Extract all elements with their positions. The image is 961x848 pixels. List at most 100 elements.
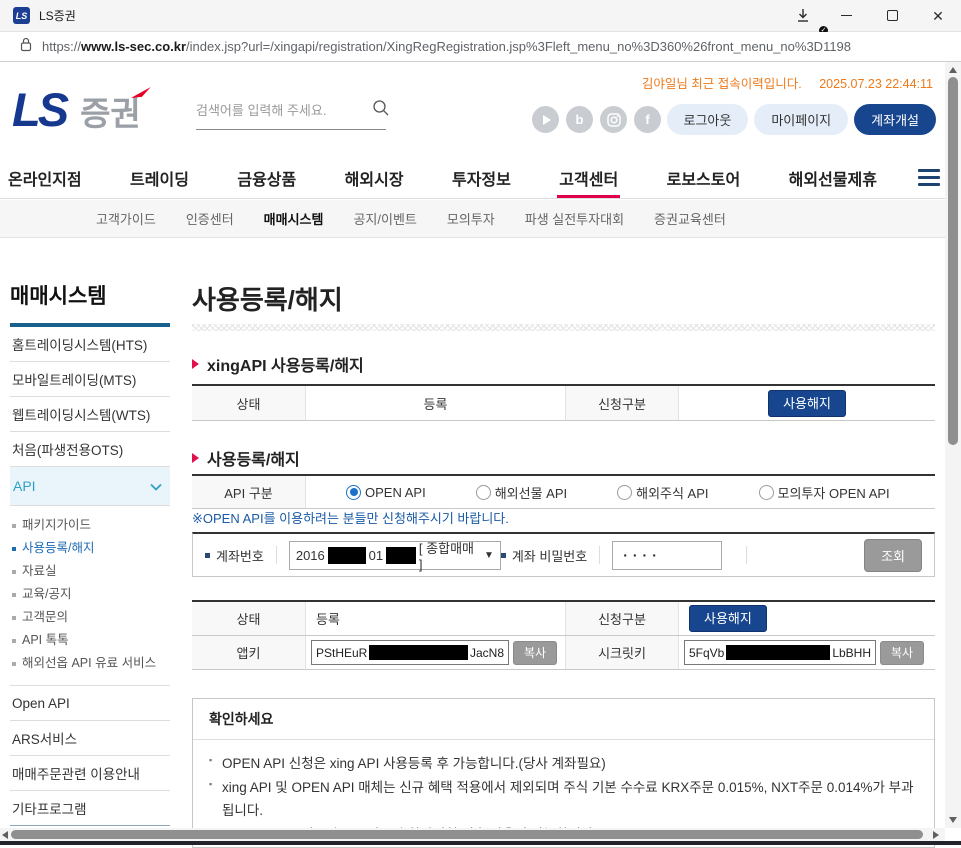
sub-nav: 고객가이드 인증센터 매매시스템 공지/이벤트 모의투자 파생 실전투자대회 증… xyxy=(0,200,945,238)
maximize-button[interactable] xyxy=(869,0,915,31)
radio-overseas-stock-api[interactable]: 해외주식 API xyxy=(617,483,708,502)
bullet-icon xyxy=(12,570,16,574)
sidebar-subitem-resources[interactable]: 자료실 xyxy=(10,560,170,583)
sidebar-item-open-api[interactable]: Open API xyxy=(10,686,170,721)
blog-icon[interactable]: b xyxy=(566,106,593,133)
secretkey-copy-button[interactable]: 복사 xyxy=(880,641,924,665)
scroll-right-icon[interactable] xyxy=(933,831,939,839)
subnav-item-derivatives-contest[interactable]: 파생 실전투자대회 xyxy=(525,209,624,228)
radio-off-icon xyxy=(617,485,632,500)
secretkey-field[interactable]: 5FqVb LbBHH xyxy=(684,640,876,665)
nav-item-robo-store[interactable]: 로보스토어 xyxy=(667,158,741,198)
search-box xyxy=(196,99,386,130)
sidebar-item-mts[interactable]: 모바일트레이딩(MTS) xyxy=(10,362,170,397)
appkey-field[interactable]: PStHEuR JacN8 xyxy=(311,640,509,665)
xingapi-unregister-button[interactable]: 사용해지 xyxy=(768,390,846,417)
logout-button[interactable]: 로그아웃 xyxy=(667,104,749,135)
youtube-icon[interactable] xyxy=(532,106,559,133)
sidebar-item-api[interactable]: API xyxy=(10,467,170,506)
account-number-select[interactable]: 2016 01 [ 종합매매 ] ▼ xyxy=(289,541,501,570)
subnav-item-customer-guide[interactable]: 고객가이드 xyxy=(96,209,156,228)
scroll-left-icon[interactable] xyxy=(2,831,8,839)
sidebar-api-submenu: 패키지가이드 사용등록/해지 자료실 교육/공지 고객문의 API 톡톡 해외선… xyxy=(10,506,170,686)
nav-item-investment-info[interactable]: 투자정보 xyxy=(452,158,511,198)
request-type-header: 신청구분 xyxy=(565,602,678,635)
subnav-item-auth-center[interactable]: 인증센터 xyxy=(186,209,234,228)
section-registration-header: 사용등록/해지 xyxy=(192,446,300,470)
lock-icon xyxy=(20,37,32,57)
notice-item: OPEN API 신청은 xing API 사용등록 후 가능합니다.(당사 계… xyxy=(209,752,918,776)
nav-item-customer-center[interactable]: 고객센터 xyxy=(559,158,618,198)
api-type-options: OPEN API 해외선물 API 해외주식 API 모의투자 OPEN API xyxy=(305,476,935,508)
sidebar-subitem-registration[interactable]: 사용등록/해지 xyxy=(10,537,170,560)
sidebar-subitem-education-notice[interactable]: 교육/공지 xyxy=(10,583,170,606)
site-logo[interactable]: LS 증권 xyxy=(12,88,141,133)
sidebar-item-wts[interactable]: 웹트레이딩시스템(WTS) xyxy=(10,397,170,432)
horizontal-scrollbar-thumb[interactable] xyxy=(11,830,923,839)
sidebar-item-ots[interactable]: 처음(파생전용OTS) xyxy=(10,432,170,467)
radio-off-icon xyxy=(759,485,774,500)
search-input[interactable] xyxy=(196,103,372,118)
url-text: https://www.ls-sec.co.kr/index.jsp?url=/… xyxy=(42,39,851,54)
section-arrow-icon xyxy=(192,359,199,369)
divider xyxy=(746,546,747,564)
minimize-button[interactable] xyxy=(823,0,869,31)
vertical-scrollbar-thumb[interactable] xyxy=(948,77,958,445)
sidebar-item-ars[interactable]: ARS서비스 xyxy=(10,721,170,756)
nav-item-overseas-markets[interactable]: 해외시장 xyxy=(345,158,404,198)
sidebar-item-hts[interactable]: 홈트레이딩시스템(HTS) xyxy=(10,327,170,362)
account-query-panel: 계좌번호 2016 01 [ 종합매매 ] ▼ 계좌 비밀번호 조회 xyxy=(192,532,935,577)
nav-item-financial-products[interactable]: 금융상품 xyxy=(237,158,296,198)
nav-item-overseas-futures[interactable]: 해외선물제휴 xyxy=(789,158,877,198)
nav-item-trading[interactable]: 트레이딩 xyxy=(130,158,189,198)
sidebar-item-order-guide[interactable]: 매매주문관련 이용안내 xyxy=(10,756,170,791)
horizontal-scrollbar[interactable] xyxy=(0,828,945,841)
radio-overseas-futures-api[interactable]: 해외선물 API xyxy=(476,483,567,502)
subnav-item-mock-investment[interactable]: 모의투자 xyxy=(447,209,495,228)
download-icon[interactable]: ✓ xyxy=(783,0,823,31)
instagram-icon[interactable] xyxy=(600,106,627,133)
hamburger-icon[interactable] xyxy=(918,169,940,186)
sidebar-item-other-programs[interactable]: 기타프로그램 xyxy=(10,791,170,826)
address-bar[interactable]: https://www.ls-sec.co.kr/index.jsp?url=/… xyxy=(0,32,961,62)
radio-mock-open-api[interactable]: 모의투자 OPEN API xyxy=(759,483,890,502)
redacted-block xyxy=(726,645,830,660)
close-button[interactable]: ✕ xyxy=(915,0,961,31)
subnav-item-trading-system[interactable]: 매매시스템 xyxy=(264,209,324,228)
sidebar-subitem-overseas-paid-service[interactable]: 해외선옵 API 유료 서비스 xyxy=(10,652,170,675)
select-caret-icon: ▼ xyxy=(484,550,494,561)
sidebar-title: 매매시스템 xyxy=(10,278,170,323)
nav-item-online-branch[interactable]: 온라인지점 xyxy=(8,158,82,198)
sidebar-subitem-api-talk[interactable]: API 톡톡 xyxy=(10,629,170,652)
account-password-input[interactable] xyxy=(612,541,722,570)
appkey-header: 앱키 xyxy=(192,636,305,669)
search-icon[interactable] xyxy=(372,99,390,122)
unregister-button[interactable]: 사용해지 xyxy=(689,605,767,632)
bullet-icon xyxy=(501,553,506,558)
sidebar-subitem-customer-inquiry[interactable]: 고객문의 xyxy=(10,606,170,629)
account-number-label: 계좌번호 xyxy=(216,546,264,565)
bullet-icon xyxy=(12,662,16,666)
bullet-icon xyxy=(12,524,16,528)
subnav-item-notice-event[interactable]: 공지/이벤트 xyxy=(353,209,416,228)
query-button[interactable]: 조회 xyxy=(864,539,922,572)
open-account-button[interactable]: 계좌개설 xyxy=(854,104,936,135)
last-access-info: 김야일님 최근 접속이력입니다. 2025.07.23 22:44:11 xyxy=(642,73,933,92)
sidebar-subitem-package-guide[interactable]: 패키지가이드 xyxy=(10,514,170,537)
mypage-button[interactable]: 마이페이지 xyxy=(754,104,848,135)
subnav-item-education-center[interactable]: 증권교육센터 xyxy=(654,209,726,228)
appkey-copy-button[interactable]: 복사 xyxy=(513,641,557,665)
last-access-time: 2025.07.23 22:44:11 xyxy=(819,77,933,91)
scroll-down-icon[interactable] xyxy=(949,817,957,823)
logo-ls-text: LS xyxy=(12,88,72,133)
sidebar-api-label: API xyxy=(13,478,36,494)
facebook-icon[interactable]: f xyxy=(634,106,661,133)
vertical-scrollbar[interactable] xyxy=(945,62,961,828)
radio-open-api[interactable]: OPEN API xyxy=(346,485,426,500)
notice-item: xing API 및 OPEN API 매체는 신규 혜택 적용에서 제외되며 … xyxy=(209,776,918,823)
scroll-up-icon[interactable] xyxy=(949,67,957,73)
sidebar: 매매시스템 홈트레이딩시스템(HTS) 모바일트레이딩(MTS) 웹트레이딩시스… xyxy=(10,278,170,826)
radio-off-icon xyxy=(476,485,491,500)
redacted-block xyxy=(369,645,468,660)
social-links: b f xyxy=(532,106,661,133)
